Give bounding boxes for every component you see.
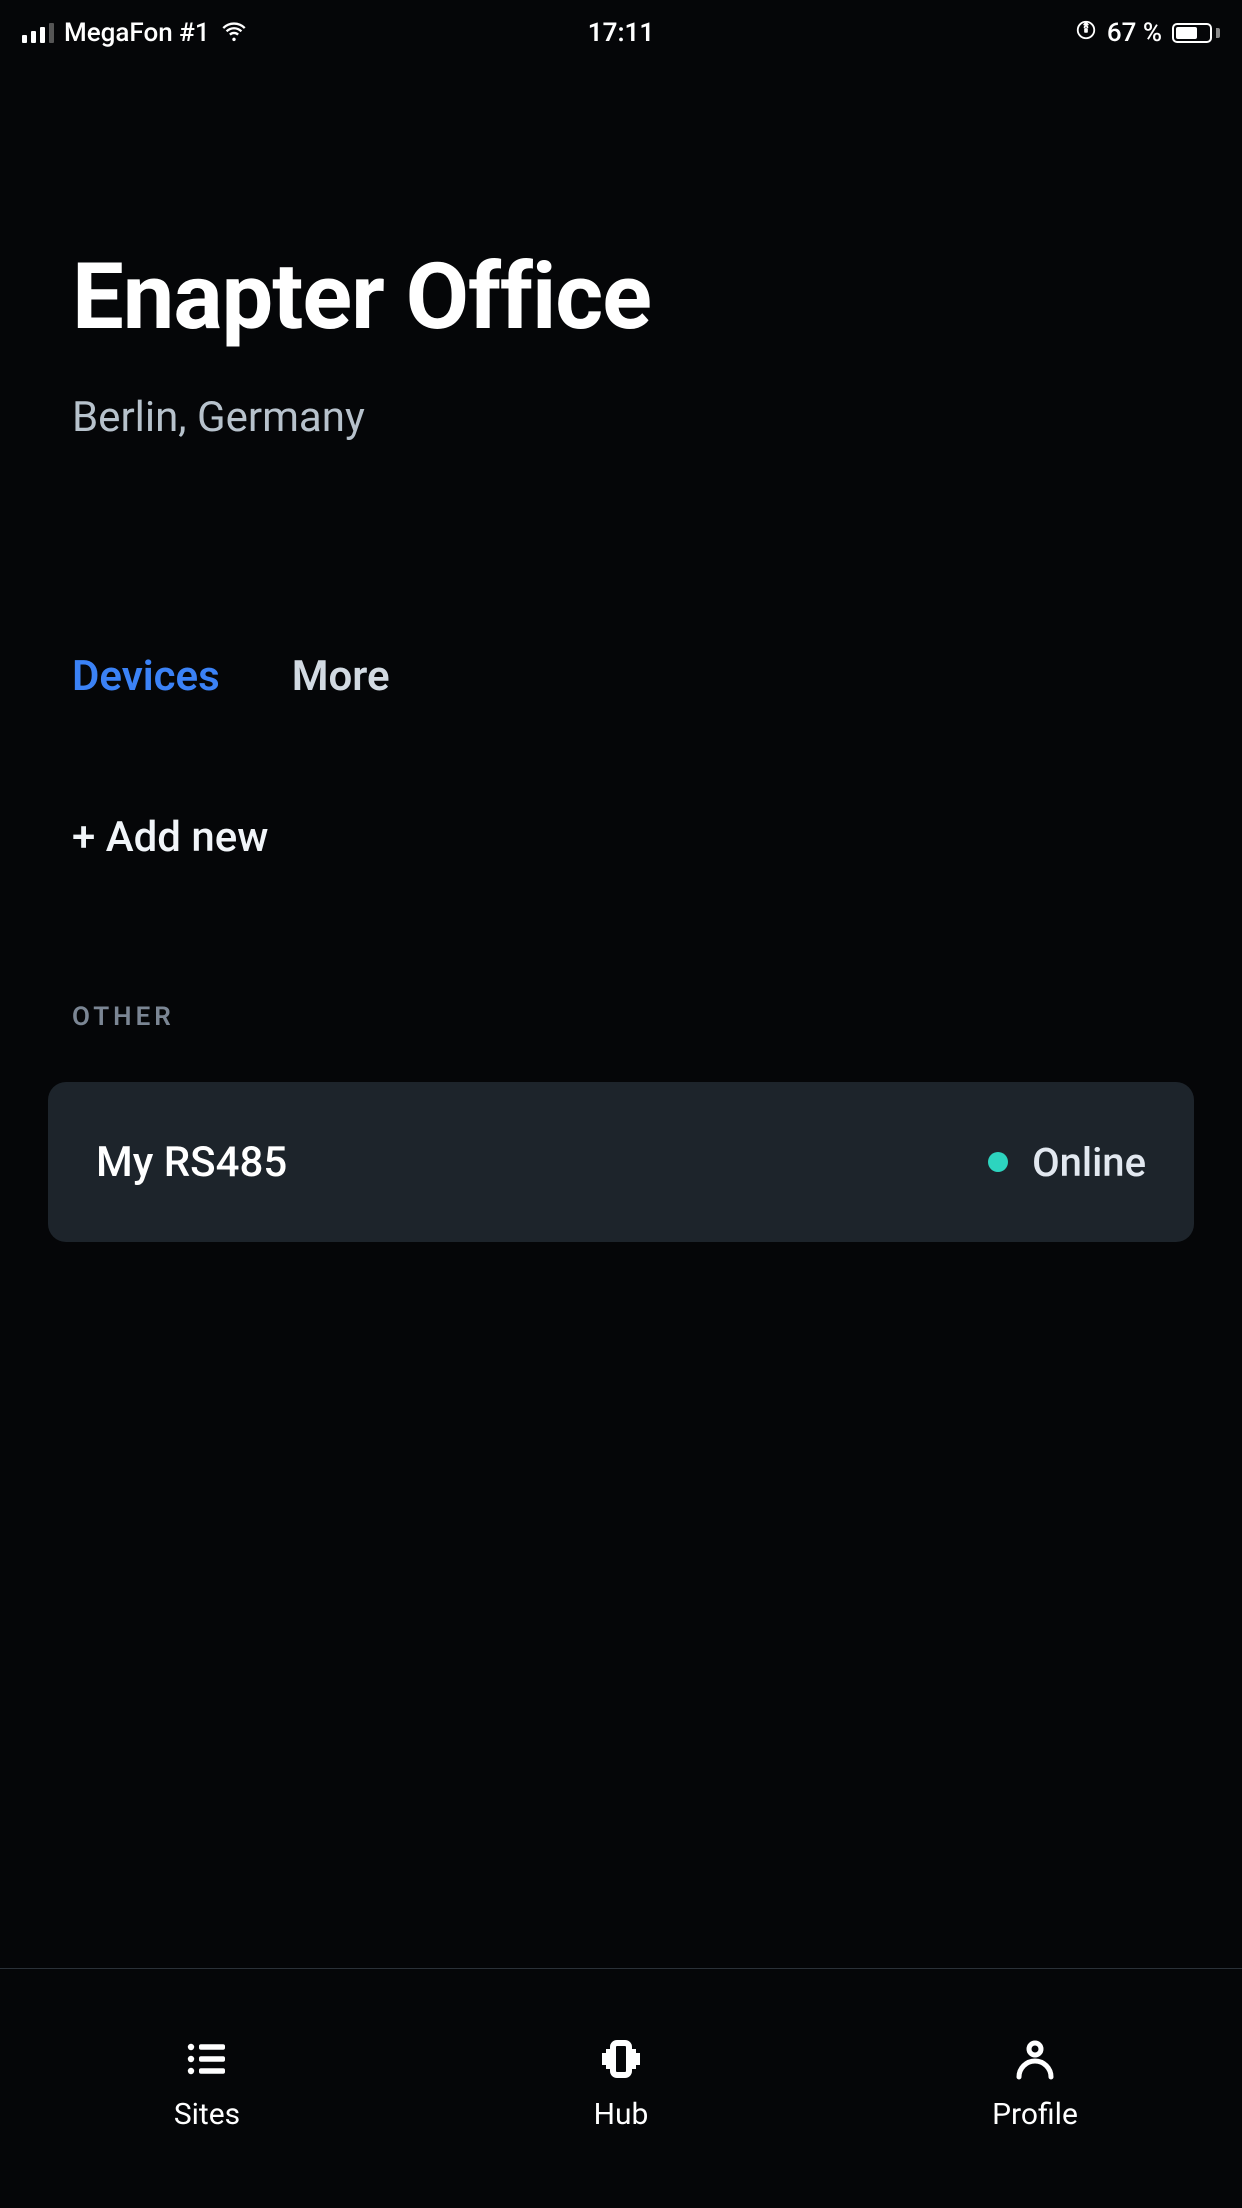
device-list: My RS485 Online (0, 1082, 1242, 1242)
tabs: Devices More (0, 652, 1242, 701)
list-icon (179, 2035, 235, 2083)
device-card[interactable]: My RS485 Online (48, 1082, 1194, 1242)
add-new-label: + Add new (72, 813, 268, 862)
nav-sites-label: Sites (174, 2097, 240, 2132)
site-title: Enapter Office (72, 244, 1170, 351)
device-status: Online (988, 1139, 1146, 1186)
nav-hub-label: Hub (594, 2097, 649, 2132)
nav-sites[interactable]: Sites (0, 1969, 414, 2208)
main-content: Enapter Office Berlin, Germany Devices M… (0, 0, 1242, 1242)
add-new-button[interactable]: + Add new (0, 813, 1242, 862)
nav-profile[interactable]: Profile (828, 1969, 1242, 2208)
site-location: Berlin, Germany (72, 393, 1170, 442)
site-header: Enapter Office Berlin, Germany (0, 66, 1242, 442)
hub-icon (593, 2035, 649, 2083)
tab-devices[interactable]: Devices (72, 652, 220, 701)
device-name: My RS485 (96, 1138, 287, 1187)
bottom-nav: Sites Hub Profile (0, 1968, 1242, 2208)
section-label-other: OTHER (0, 1002, 1242, 1032)
device-status-text: Online (1032, 1139, 1146, 1186)
profile-icon (1007, 2035, 1063, 2083)
tab-more[interactable]: More (292, 652, 390, 701)
status-dot-icon (988, 1152, 1008, 1172)
nav-hub[interactable]: Hub (414, 1969, 828, 2208)
nav-profile-label: Profile (992, 2097, 1078, 2132)
